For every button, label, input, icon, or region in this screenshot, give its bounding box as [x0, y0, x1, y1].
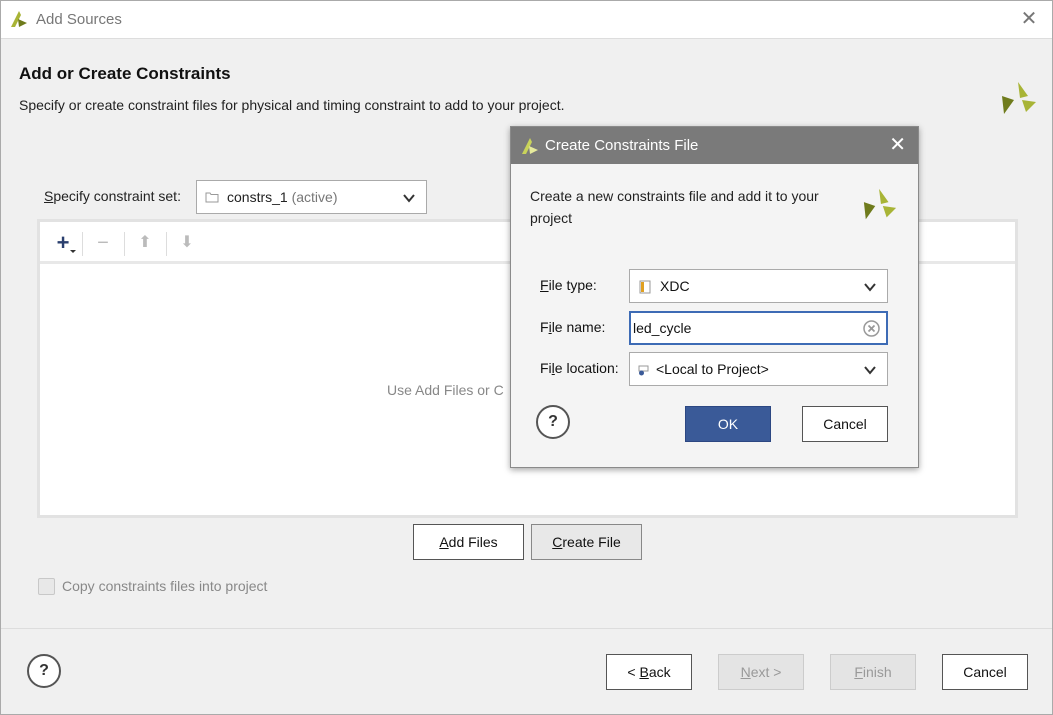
finish-button[interactable]: Finish	[830, 654, 916, 690]
help-button[interactable]: ?	[27, 654, 61, 688]
dialog-help-button[interactable]: ?	[536, 405, 570, 439]
page-title: Add or Create Constraints	[19, 64, 231, 83]
vivado-logo-icon	[1002, 82, 1036, 114]
create-file-button[interactable]: Create File	[531, 524, 642, 560]
clear-input-icon[interactable]	[863, 320, 880, 337]
window-titlebar: Add Sources ✕	[1, 1, 1052, 39]
create-constraints-dialog: Create Constraints File ✕ Create a new c…	[510, 126, 919, 468]
file-name-label: File name:	[540, 319, 606, 335]
vivado-logo-icon	[11, 11, 27, 27]
add-files-button[interactable]: Add Files	[413, 524, 524, 560]
move-up-icon[interactable]: ⬆	[132, 230, 158, 256]
ok-button[interactable]: OK	[685, 406, 771, 442]
move-down-icon[interactable]: ⬇	[174, 230, 200, 256]
dialog-title: Create Constraints File	[545, 137, 699, 154]
dialog-cancel-button[interactable]: Cancel	[802, 406, 888, 442]
xdc-file-icon	[639, 280, 651, 294]
vivado-logo-icon	[522, 138, 538, 154]
folder-icon	[205, 192, 219, 203]
window-close-icon[interactable]: ✕	[1018, 8, 1040, 30]
dialog-close-icon[interactable]: ✕	[889, 134, 906, 156]
chevron-down-icon	[864, 366, 876, 375]
toolbar-divider	[166, 232, 167, 256]
constraint-set-select[interactable]: constrs_1 (active)	[196, 180, 427, 214]
page-header: Add or Create Constraints Specify or cre…	[1, 40, 1052, 130]
file-location-select[interactable]: <Local to Project>	[629, 352, 888, 386]
file-name-field[interactable]	[629, 311, 888, 345]
file-type-label: File type:	[540, 277, 597, 293]
page-description: Specify or create constraint files for p…	[19, 97, 565, 113]
dialog-description: Create a new constraints file and add it…	[530, 188, 819, 226]
file-name-input[interactable]	[633, 317, 858, 339]
toolbar-divider	[82, 232, 83, 256]
file-location-label: File location:	[540, 360, 619, 376]
toolbar-divider	[124, 232, 125, 256]
next-button[interactable]: Next >	[718, 654, 804, 690]
file-location-value: <Local to Project>	[656, 361, 769, 377]
constraint-set-value: constrs_1 (active)	[227, 189, 338, 205]
footer-divider	[1, 628, 1052, 629]
vivado-logo-icon	[863, 188, 897, 220]
chevron-down-icon	[864, 283, 876, 292]
add-dropdown-indicator	[70, 250, 76, 253]
chevron-down-icon	[403, 194, 415, 203]
constraint-set-label: Specify constraint set:	[44, 188, 181, 204]
cancel-button[interactable]: Cancel	[942, 654, 1028, 690]
location-icon	[638, 365, 649, 376]
remove-file-icon[interactable]: −	[90, 230, 116, 256]
copy-constraints-label: Copy constraints files into project	[62, 578, 268, 594]
file-type-value: XDC	[660, 278, 690, 294]
file-type-select[interactable]: XDC	[629, 269, 888, 303]
window-title: Add Sources	[36, 11, 122, 28]
back-button[interactable]: < Back	[606, 654, 692, 690]
copy-constraints-checkbox[interactable]	[38, 578, 55, 595]
empty-list-message: Use Add Files or C	[387, 382, 504, 398]
dialog-titlebar: Create Constraints File ✕	[511, 127, 918, 164]
